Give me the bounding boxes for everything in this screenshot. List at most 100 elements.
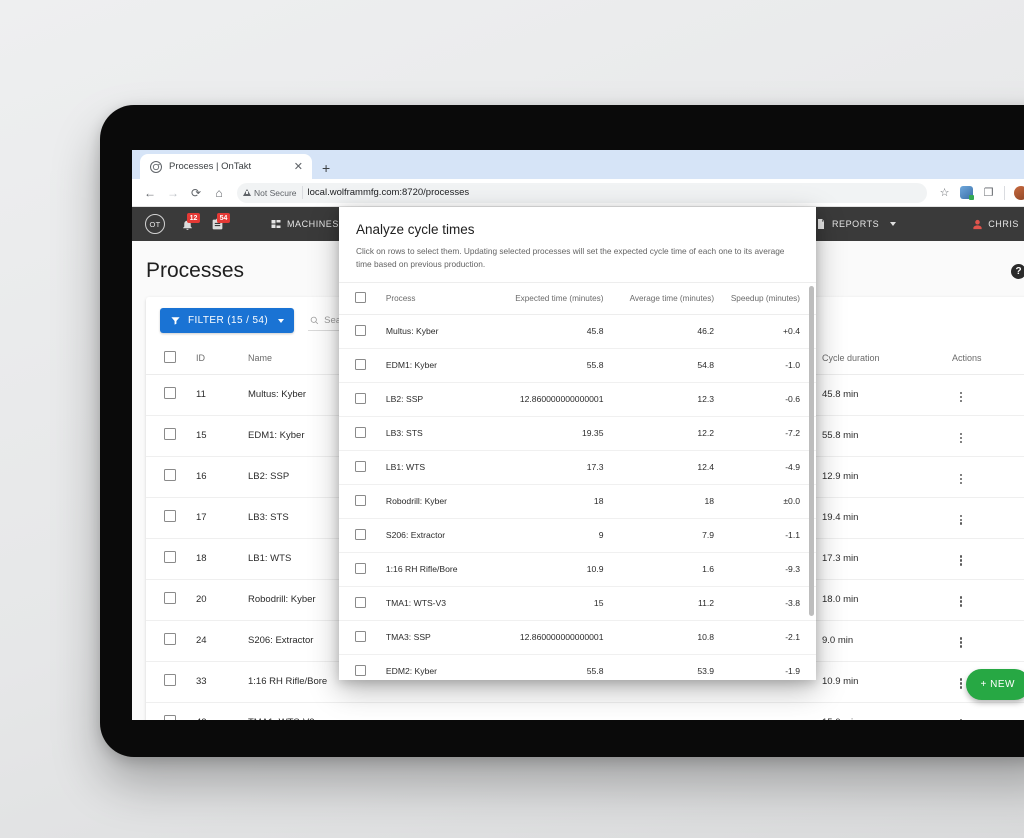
cell-expected: 55.8	[502, 348, 614, 383]
table-row[interactable]: TMA3: SSP 12.860000000000001 10.8 -2.1	[339, 620, 816, 655]
cell-id: 42	[190, 702, 242, 720]
row-checkbox[interactable]	[355, 324, 366, 336]
row-checkbox[interactable]	[355, 426, 366, 438]
row-menu-icon[interactable]	[952, 553, 970, 567]
row-checkbox[interactable]	[355, 392, 366, 404]
cell-speedup: +0.4	[724, 314, 816, 349]
row-checkbox[interactable]	[355, 596, 366, 608]
select-all-checkbox[interactable]	[355, 291, 366, 303]
row-checkbox[interactable]	[164, 428, 176, 441]
cell-id: 17	[190, 497, 242, 539]
extension-icon[interactable]	[957, 183, 976, 202]
table-row[interactable]: EDM1: Kyber 55.8 54.8 -1.0	[339, 348, 816, 383]
cell-speedup: -1.1	[724, 518, 816, 553]
new-process-button[interactable]: + NEW	[965, 669, 1024, 700]
cell-expected: 45.8	[502, 314, 614, 349]
not-secure-badge[interactable]: Not Secure	[243, 188, 297, 198]
row-checkbox[interactable]	[355, 664, 366, 676]
home-icon[interactable]: ⌂	[209, 183, 229, 203]
row-checkbox[interactable]	[164, 592, 176, 605]
back-icon[interactable]: ←	[140, 183, 160, 203]
filter-button[interactable]: FILTER (15 / 54)	[160, 308, 295, 333]
nav-item-machines[interactable]: MACHINES	[259, 218, 350, 230]
row-select-cell	[339, 314, 380, 349]
table-row[interactable]: 1:16 RH Rifle/Bore 10.9 1.6 -9.3	[339, 552, 816, 587]
table-row[interactable]: LB3: STS 19.35 12.2 -7.2	[339, 416, 816, 451]
help-icon[interactable]: ?	[1011, 263, 1024, 279]
cell-id: 15	[190, 415, 242, 457]
cell-actions	[946, 497, 1024, 539]
row-checkbox[interactable]	[355, 494, 366, 506]
cell-id: 11	[190, 374, 242, 416]
tasks-button[interactable]: 54	[209, 213, 230, 233]
chevron-down-icon	[890, 222, 897, 226]
cell-actions	[946, 620, 1024, 662]
row-menu-icon[interactable]	[952, 513, 970, 527]
dialog-scrollbar[interactable]	[809, 285, 814, 616]
forward-icon[interactable]: →	[163, 183, 183, 203]
new-process-label: + NEW	[980, 679, 1015, 690]
row-select-cell	[339, 518, 380, 553]
user-menu[interactable]: CHRIS	[961, 219, 1024, 230]
row-menu-icon[interactable]	[952, 431, 970, 445]
row-checkbox[interactable]	[355, 460, 366, 472]
close-icon[interactable]: ✕	[294, 160, 303, 173]
cell-average: 1.6	[613, 552, 725, 587]
reload-icon[interactable]: ⟳	[186, 183, 206, 203]
row-select-cell	[146, 620, 190, 662]
table-row[interactable]: TMA1: WTS-V3 15 11.2 -3.8	[339, 586, 816, 621]
cast-icon[interactable]: ❐	[979, 183, 998, 202]
row-checkbox[interactable]	[164, 469, 176, 482]
row-checkbox[interactable]	[355, 358, 366, 370]
cell-speedup: -1.9	[724, 654, 816, 680]
row-checkbox[interactable]	[164, 633, 176, 646]
row-menu-icon[interactable]	[952, 635, 970, 649]
nav-label: REPORTS	[832, 219, 880, 229]
new-tab-button[interactable]: +	[322, 161, 330, 175]
cycle-times-table-body: Multus: Kyber 45.8 46.2 +0.4 EDM1: Kyber 55.8…	[339, 314, 816, 680]
app-logo[interactable]: OT	[145, 214, 165, 234]
row-select-cell	[339, 586, 380, 621]
cell-process: LB2: SSP	[379, 382, 503, 417]
table-row[interactable]: 42TMA1: WTS-V3 15.0 min	[146, 702, 1024, 720]
table-row[interactable]: LB1: WTS 17.3 12.4 -4.9	[339, 450, 816, 485]
divider	[301, 186, 303, 199]
cell-expected: 55.8	[502, 654, 614, 680]
nav-item-reports[interactable]: REPORTS	[804, 218, 907, 230]
notifications-button[interactable]: 12	[179, 213, 200, 233]
table-row[interactable]: EDM2: Kyber 55.8 53.9 -1.9	[339, 654, 816, 680]
cell-process: LB3: STS	[379, 416, 503, 451]
row-menu-icon[interactable]	[952, 390, 970, 404]
avatar[interactable]	[1011, 183, 1024, 202]
row-checkbox[interactable]	[164, 510, 176, 523]
table-header-row: Process Expected time (minutes) Average …	[339, 281, 816, 315]
cell-expected: 12.860000000000001	[502, 620, 614, 655]
table-row[interactable]: Multus: Kyber 45.8 46.2 +0.4	[339, 314, 816, 349]
reports-icon	[818, 219, 824, 229]
row-checkbox[interactable]	[355, 528, 366, 540]
address-bar[interactable]: Not Secure local.wolframmfg.com:8720/pro…	[237, 182, 927, 203]
table-row[interactable]: Robodrill: Kyber 18 18 ±0.0	[339, 484, 816, 519]
cycle-times-table: Process Expected time (minutes) Average …	[339, 281, 816, 680]
cell-cycle: 9.0 min	[816, 620, 946, 662]
row-checkbox[interactable]	[164, 715, 176, 720]
cell-actions	[946, 374, 1024, 416]
cell-cycle: 19.4 min	[816, 497, 946, 539]
row-menu-icon[interactable]	[952, 472, 970, 486]
row-checkbox[interactable]	[355, 630, 366, 642]
table-row[interactable]: LB2: SSP 12.860000000000001 12.3 -0.6	[339, 382, 816, 417]
cell-process: Multus: Kyber	[379, 314, 503, 349]
row-checkbox[interactable]	[355, 562, 366, 574]
row-menu-icon[interactable]	[952, 717, 970, 720]
row-checkbox[interactable]	[164, 387, 176, 400]
browser-tab[interactable]: Processes | OnTakt ✕	[140, 154, 312, 179]
row-checkbox[interactable]	[164, 551, 176, 564]
bookmark-star-icon[interactable]: ☆	[935, 183, 954, 202]
application: OT 12 54 MACHINES PROCESSES	[132, 207, 1024, 720]
table-row[interactable]: S206: Extractor 9 7.9 -1.1	[339, 518, 816, 553]
select-all-checkbox[interactable]	[164, 351, 176, 363]
cell-speedup: -9.3	[724, 552, 816, 587]
row-checkbox[interactable]	[164, 674, 176, 687]
cell-average: 10.8	[613, 620, 725, 655]
row-menu-icon[interactable]	[952, 594, 970, 608]
